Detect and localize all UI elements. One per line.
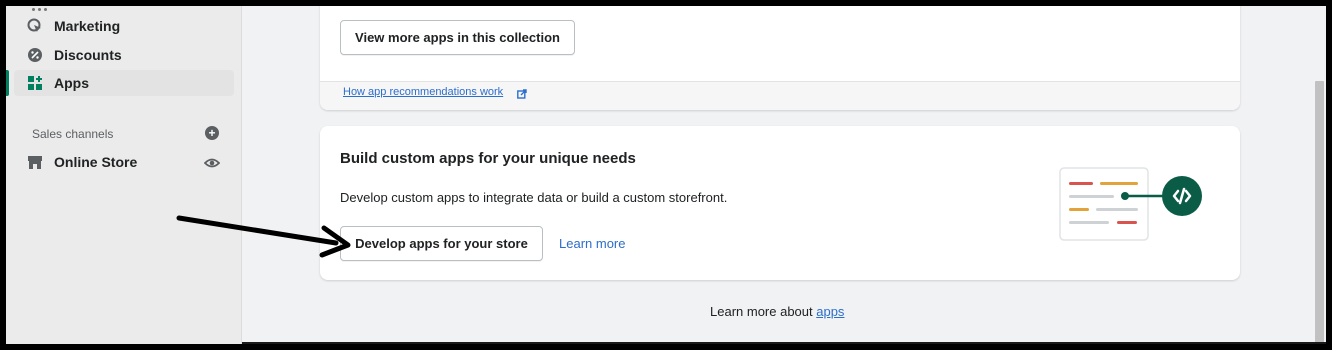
app-frame: Marketing Discounts Apps Sales channels …: [6, 6, 1326, 344]
annotation-arrow-icon: [176, 215, 351, 258]
footer-learn-more: Learn more about apps: [710, 304, 845, 319]
sidebar-item-label: Apps: [54, 75, 89, 91]
view-more-apps-button[interactable]: View more apps in this collection: [340, 20, 575, 55]
sidebar-item-label: Discounts: [54, 47, 122, 63]
scrollbar[interactable]: [1312, 6, 1326, 344]
learn-more-link[interactable]: Learn more: [559, 236, 625, 251]
custom-apps-card: Build custom apps for your unique needs …: [320, 126, 1240, 280]
custom-apps-title: Build custom apps for your unique needs: [340, 150, 636, 167]
sidebar-item-online-store[interactable]: Online Store: [14, 149, 234, 175]
external-link-icon: [517, 86, 527, 99]
app-collection-card: View more apps in this collection How ap…: [320, 6, 1240, 110]
sidebar-item-discounts[interactable]: Discounts: [14, 42, 234, 68]
sidebar-item-label: Online Store: [54, 154, 138, 170]
discount-icon: [27, 47, 43, 63]
active-indicator: [6, 70, 9, 96]
store-icon: [27, 154, 43, 170]
sidebar-item-apps[interactable]: Apps: [14, 70, 234, 96]
truncated-nav-item: [32, 6, 92, 11]
apps-link[interactable]: apps: [816, 304, 844, 319]
sidebar-item-label: Marketing: [54, 18, 121, 34]
sidebar-item-marketing[interactable]: Marketing: [14, 13, 234, 39]
scrollbar-thumb[interactable]: [1315, 81, 1324, 344]
custom-code-illustration: [1055, 166, 1205, 246]
add-channel-icon[interactable]: +: [205, 126, 219, 140]
sales-channels-heading: Sales channels: [32, 127, 114, 141]
develop-apps-button[interactable]: Develop apps for your store: [340, 226, 543, 261]
recommendations-link[interactable]: How app recommendations work: [343, 86, 503, 98]
apps-icon: [27, 75, 43, 91]
marketing-icon: [27, 18, 43, 34]
view-store-icon[interactable]: [203, 156, 221, 170]
custom-apps-description: Develop custom apps to integrate data or…: [340, 190, 728, 205]
sidebar: Marketing Discounts Apps Sales channels …: [6, 6, 242, 344]
divider: [242, 342, 1326, 344]
